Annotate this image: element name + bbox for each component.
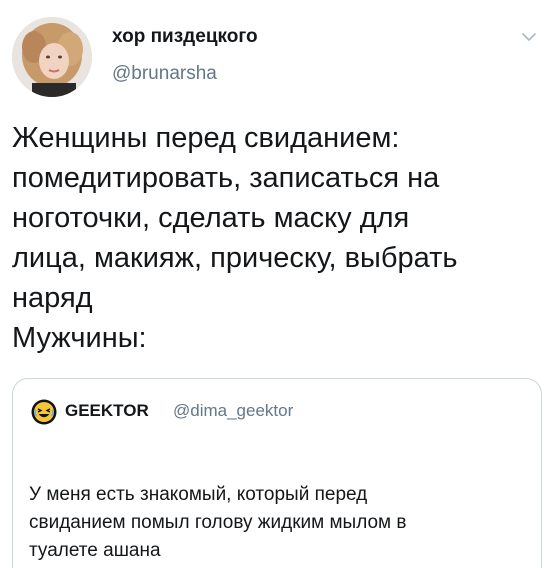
quoted-text-line: У меня есть знакомый, который перед: [29, 484, 368, 505]
tweet-text: Женщины перед свиданием: помедитировать,…: [12, 118, 542, 358]
tweet-text-line: ноготочки, сделать маску для: [12, 202, 410, 234]
tweet: хор пиздецкого @brunarsha Женщины перед …: [0, 0, 552, 568]
quoted-display-name[interactable]: GEEKTOR: [65, 401, 149, 421]
quoted-tweet-text: У меня есть знакомый, который перед свид…: [29, 481, 529, 565]
laughing-emoji-icon: [31, 399, 57, 425]
tweet-text-line: наряд: [12, 282, 93, 314]
quoted-tweet-card[interactable]: GEEKTOR @dima_geektor У меня есть знаком…: [12, 378, 542, 568]
tweet-text-line: помедитировать, записаться на: [12, 162, 440, 194]
quoted-text-line: свиданием помыл голову жидким мылом в: [29, 512, 407, 533]
tweet-text-line: лица, макияж, прическу, выбрать: [12, 242, 458, 274]
author-avatar[interactable]: [12, 17, 92, 97]
avatar-photo: [12, 17, 92, 97]
quoted-text-line: туалете ашана: [29, 540, 161, 561]
tweet-text-line: Женщины перед свиданием:: [12, 122, 400, 154]
author-handle[interactable]: @brunarsha: [112, 63, 217, 85]
chevron-down-icon[interactable]: [520, 28, 538, 46]
author-display-name[interactable]: хор пиздецкого: [112, 26, 258, 48]
quoted-handle[interactable]: @dima_geektor: [173, 401, 293, 421]
tweet-text-line: Мужчины:: [12, 322, 147, 354]
